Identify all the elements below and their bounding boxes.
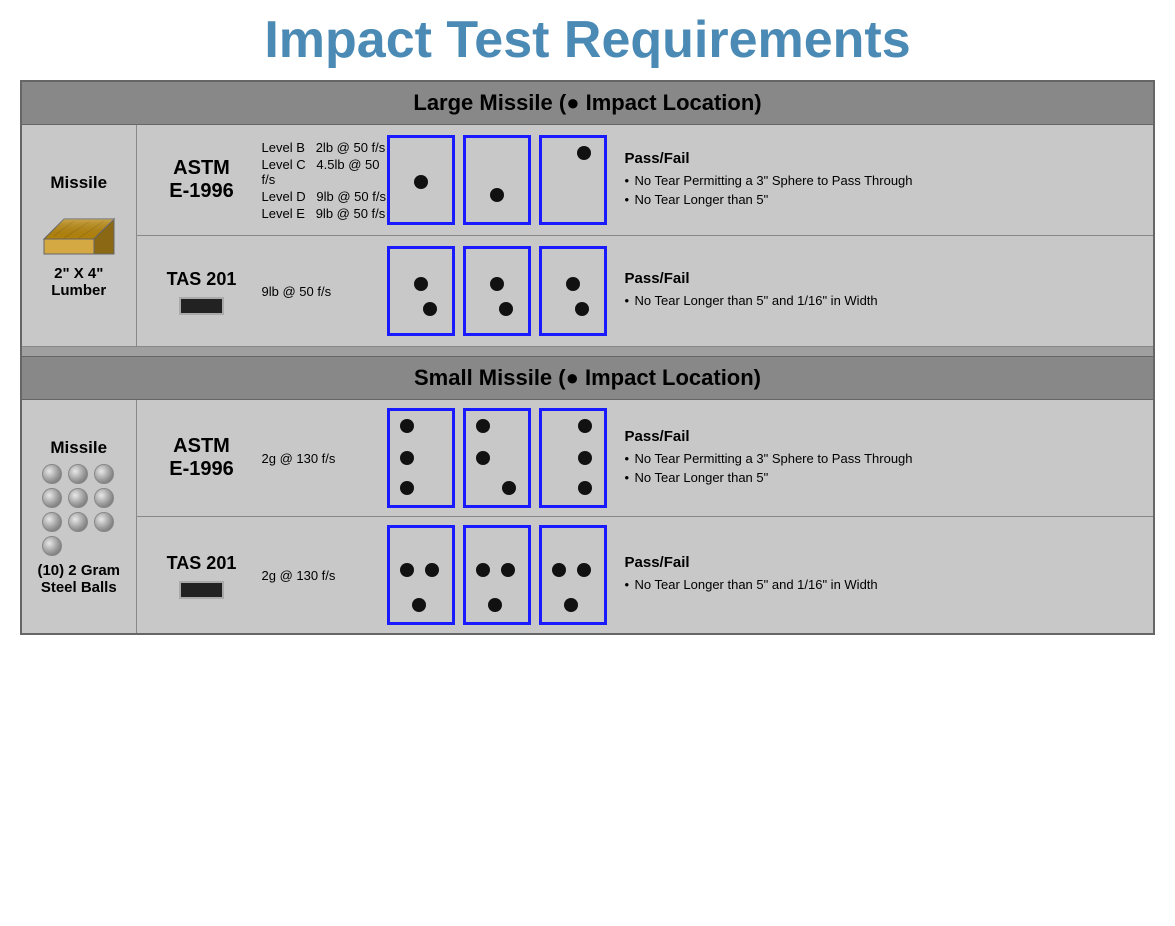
- impact-dot: [502, 481, 516, 495]
- large-astm-diagrams: [387, 135, 607, 225]
- impact-box-2: [463, 135, 531, 225]
- small-missile-label: Missile: [30, 438, 128, 458]
- impact-dot: [400, 451, 414, 465]
- impact-dot: [400, 419, 414, 433]
- impact-dot: [476, 451, 490, 465]
- tas-badge: [179, 581, 224, 599]
- lumber-icon: [34, 199, 124, 259]
- passfail-title: Pass/Fail: [625, 270, 1144, 287]
- impact-dot: [400, 563, 414, 577]
- impact-dot: [400, 481, 414, 495]
- small-astm-standard: ASTM E-1996: [147, 435, 257, 481]
- impact-box-3: [539, 135, 607, 225]
- impact-box-3: [539, 525, 607, 625]
- large-tas-row: TAS 201 9lb @ 50 f/s: [137, 236, 1154, 346]
- large-tas-row-cell: TAS 201 9lb @ 50 f/s: [136, 236, 1154, 347]
- small-tas-standard: TAS 201: [147, 553, 257, 598]
- large-missile-size: 2" X 4"Lumber: [30, 265, 128, 299]
- small-astm-row: ASTM E-1996 2g @ 130 f/s: [137, 400, 1154, 516]
- impact-dot: [488, 598, 502, 612]
- impact-dot: [575, 302, 589, 316]
- small-astm-passfail: Pass/Fail No Tear Permitting a 3" Sphere…: [607, 428, 1144, 489]
- impact-dot: [578, 481, 592, 495]
- small-tas-diagrams: [387, 525, 607, 625]
- large-tas-diagrams: [387, 246, 607, 336]
- steel-ball: [42, 488, 62, 508]
- impact-dot: [414, 175, 428, 189]
- page-wrapper: Impact Test Requirements Large Missile (…: [0, 0, 1175, 645]
- impact-dot: [490, 277, 504, 291]
- steel-ball: [42, 536, 62, 556]
- large-tas-standard: TAS 201: [147, 269, 257, 314]
- small-astm-diagrams: [387, 408, 607, 508]
- large-astm-spec: Level B 2lb @ 50 f/s Level C 4.5lb @ 50 …: [257, 138, 387, 223]
- impact-dot: [499, 302, 513, 316]
- impact-dot: [578, 419, 592, 433]
- passfail-item: No Tear Longer than 5": [625, 192, 1144, 207]
- large-astm-passfail: Pass/Fail No Tear Permitting a 3" Sphere…: [607, 150, 1144, 211]
- small-tas-row: TAS 201 2g @ 130 f/s: [137, 517, 1154, 633]
- large-missile-header: Large Missile (● Impact Location): [21, 81, 1154, 125]
- large-astm-row: ASTM E-1996 Level B 2lb @ 50 f/s Level C…: [137, 125, 1154, 235]
- tas-badge: [179, 297, 224, 315]
- passfail-item: No Tear Permitting a 3" Sphere to Pass T…: [625, 451, 1144, 466]
- impact-dot: [552, 563, 566, 577]
- impact-box-1: [387, 408, 455, 508]
- steel-ball: [94, 464, 114, 484]
- impact-box-2: [463, 525, 531, 625]
- steel-ball: [94, 512, 114, 532]
- page-title: Impact Test Requirements: [20, 10, 1155, 70]
- steel-balls-grid: [39, 464, 119, 556]
- passfail-item: No Tear Longer than 5": [625, 470, 1144, 485]
- divider: [21, 347, 1154, 357]
- large-astm-standard: ASTM E-1996: [147, 157, 257, 203]
- passfail-title: Pass/Fail: [625, 554, 1144, 571]
- large-astm-row-cell: ASTM E-1996 Level B 2lb @ 50 f/s Level C…: [136, 125, 1154, 236]
- passfail-item: No Tear Longer than 5" and 1/16" in Widt…: [625, 293, 1144, 308]
- steel-ball: [42, 464, 62, 484]
- small-missile-cell: Missile (10) 2 GramSteel Balls: [21, 400, 136, 635]
- small-tas-spec: 2g @ 130 f/s: [257, 566, 387, 585]
- impact-dot: [577, 563, 591, 577]
- passfail-item: No Tear Longer than 5" and 1/16" in Widt…: [625, 577, 1144, 592]
- impact-dot: [423, 302, 437, 316]
- impact-box-3: [539, 408, 607, 508]
- impact-box-1: [387, 525, 455, 625]
- impact-dot: [425, 563, 439, 577]
- impact-box-1: [387, 246, 455, 336]
- large-missile-cell: Missile: [21, 125, 136, 347]
- impact-dot: [564, 598, 578, 612]
- impact-dot: [476, 419, 490, 433]
- impact-dot: [476, 563, 490, 577]
- steel-ball: [68, 464, 88, 484]
- small-astm-spec: 2g @ 130 f/s: [257, 449, 387, 468]
- steel-ball: [94, 488, 114, 508]
- small-missile-size: (10) 2 GramSteel Balls: [30, 562, 128, 596]
- passfail-title: Pass/Fail: [625, 428, 1144, 445]
- small-missile-header: Small Missile (● Impact Location): [21, 357, 1154, 400]
- impact-dot: [490, 188, 504, 202]
- impact-dot: [501, 563, 515, 577]
- large-missile-label: Missile: [30, 173, 128, 193]
- small-tas-passfail: Pass/Fail No Tear Longer than 5" and 1/1…: [607, 554, 1144, 596]
- steel-ball: [68, 512, 88, 532]
- impact-box-1: [387, 135, 455, 225]
- impact-dot: [577, 146, 591, 160]
- steel-ball: [42, 512, 62, 532]
- large-tas-spec: 9lb @ 50 f/s: [257, 282, 387, 301]
- main-table: Large Missile (● Impact Location) Missil…: [20, 80, 1155, 635]
- impact-dot: [566, 277, 580, 291]
- small-tas-row-cell: TAS 201 2g @ 130 f/s: [136, 517, 1154, 635]
- impact-dot: [578, 451, 592, 465]
- large-tas-passfail: Pass/Fail No Tear Longer than 5" and 1/1…: [607, 270, 1144, 312]
- impact-box-2: [463, 246, 531, 336]
- impact-box-3: [539, 246, 607, 336]
- passfail-title: Pass/Fail: [625, 150, 1144, 167]
- impact-dot: [414, 277, 428, 291]
- passfail-item: No Tear Permitting a 3" Sphere to Pass T…: [625, 173, 1144, 188]
- steel-ball: [68, 488, 88, 508]
- impact-box-2: [463, 408, 531, 508]
- small-astm-row-cell: ASTM E-1996 2g @ 130 f/s: [136, 400, 1154, 517]
- impact-dot: [412, 598, 426, 612]
